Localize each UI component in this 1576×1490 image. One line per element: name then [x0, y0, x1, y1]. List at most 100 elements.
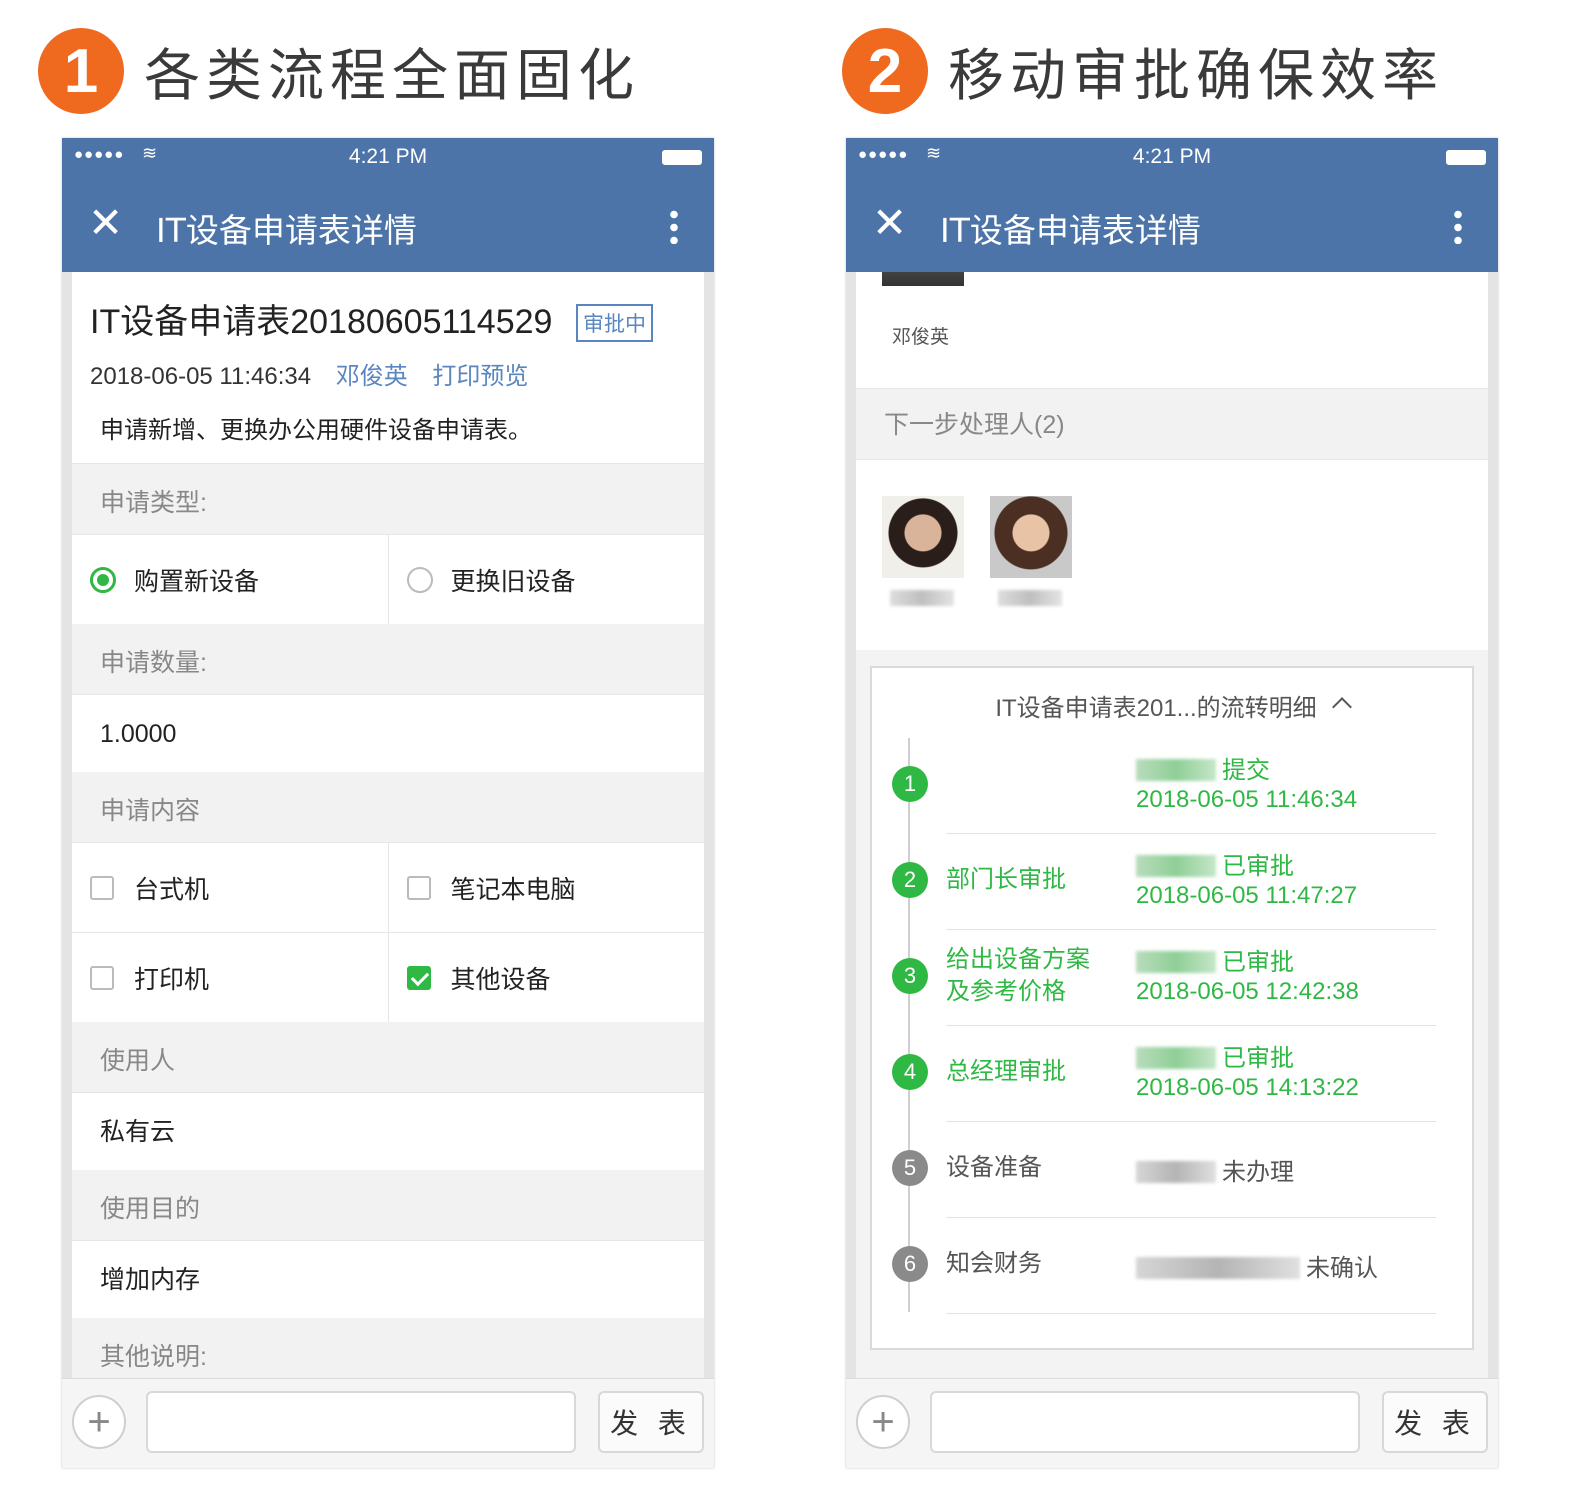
more-options-icon[interactable]	[1454, 208, 1462, 244]
checkbox-laptop[interactable]: 笔记本电脑	[387, 843, 705, 932]
field-label-other: 其他说明:	[72, 1318, 704, 1378]
form-content[interactable]: IT设备申请表20180605114529 审批中 2018-06-05 11:…	[72, 272, 704, 1378]
blurred-name	[1136, 759, 1216, 781]
flow-step: 6 知会财务 未确认	[892, 1218, 1436, 1314]
checkbox-icon[interactable]	[90, 875, 114, 900]
add-attachment-button[interactable]: +	[856, 1395, 910, 1449]
close-icon[interactable]: ✕	[872, 198, 907, 247]
section-heading-1: 1 各类流程全面固化	[38, 26, 640, 116]
field-label-content: 申请内容	[72, 772, 704, 842]
phone-screen-form: ●●●●● ≋ 4:21 PM ✕ IT设备申请表详情 IT设备申请表20180…	[62, 138, 714, 1468]
handler-avatar[interactable]	[882, 496, 964, 606]
flow-detail-toggle[interactable]: IT设备申请表201...的流转明细	[872, 688, 1472, 723]
submit-date: 2018-06-05 11:46:34	[90, 363, 312, 390]
close-icon[interactable]: ✕	[88, 198, 123, 247]
step-name: 给出设备方案 及参考价格	[946, 946, 1090, 1005]
status-bar: ●●●●● ≋ 4:21 PM	[846, 138, 1498, 176]
comment-bar: + 发 表	[846, 1378, 1498, 1468]
blurred-name	[1136, 1161, 1216, 1183]
chevron-up-icon[interactable]	[1331, 697, 1352, 717]
step-time: 2018-06-05 12:42:38	[1136, 978, 1359, 1005]
clock: 4:21 PM	[348, 145, 428, 168]
flow-step: 2 部门长审批 已审批 2018-06-05 11:47:27	[892, 834, 1436, 930]
step-status: 未确认	[1136, 1248, 1378, 1283]
content-options-row-2: 打印机 其他设备	[72, 932, 704, 1022]
document-description: 申请新增、更换办公用硬件设备申请表。	[100, 417, 532, 444]
page-title: IT设备申请表详情	[940, 211, 1201, 250]
clock: 4:21 PM	[1132, 145, 1212, 168]
nav-bar: ✕ IT设备申请表详情	[62, 176, 714, 272]
flow-step: 3 给出设备方案 及参考价格 已审批 2018-06-05 12:42:38	[892, 930, 1436, 1026]
battery-icon	[1446, 150, 1486, 165]
field-label-type: 申请类型:	[72, 464, 704, 534]
battery-icon	[662, 150, 702, 165]
checkbox-desktop[interactable]: 台式机	[72, 843, 388, 932]
flow-step: 1 提交 2018-06-05 11:46:34	[892, 738, 1436, 834]
step-status: 未办理	[1136, 1152, 1294, 1187]
checkbox-other[interactable]: 其他设备	[387, 933, 705, 1022]
flow-detail-title: IT设备申请表201...的流转明细	[995, 695, 1317, 722]
blurred-name	[1136, 1257, 1300, 1279]
checkbox-icon[interactable]	[90, 965, 114, 990]
next-handlers	[856, 460, 1488, 650]
add-attachment-button[interactable]: +	[72, 1395, 126, 1449]
more-options-icon[interactable]	[670, 208, 678, 244]
avatar[interactable]	[882, 496, 964, 578]
step-time: 2018-06-05 11:47:27	[1136, 882, 1358, 909]
nav-bar: ✕ IT设备申请表详情	[846, 176, 1498, 272]
divider	[946, 1313, 1436, 1314]
comment-input[interactable]	[146, 1391, 576, 1453]
blurred-name	[1136, 951, 1216, 973]
checkbox-label: 笔记本电脑	[450, 875, 576, 904]
avatar[interactable]	[990, 496, 1072, 578]
blurred-name	[1136, 1047, 1216, 1069]
radio-option-new[interactable]: 购置新设备	[72, 535, 388, 624]
field-label-purpose: 使用目的	[72, 1170, 704, 1240]
step-number-badge: 2	[842, 28, 928, 114]
comment-bar: + 发 表	[62, 1378, 714, 1468]
flow-detail-panel: IT设备申请表201...的流转明细 1 提交 2018-06-05 11:46…	[870, 666, 1474, 1350]
checkbox-printer[interactable]: 打印机	[72, 933, 388, 1022]
step-time: 2018-06-05 11:46:34	[1136, 786, 1358, 813]
page-title: IT设备申请表详情	[156, 211, 417, 250]
step-name: 设备准备	[946, 1154, 1042, 1181]
status-bar: ●●●●● ≋ 4:21 PM	[62, 138, 714, 176]
field-label-quantity: 申请数量:	[72, 624, 704, 694]
print-preview-link[interactable]: 打印预览	[432, 363, 528, 390]
checkbox-label: 其他设备	[450, 965, 551, 994]
document-title: IT设备申请表20180605114529	[90, 303, 553, 341]
step-badge: 6	[892, 1246, 928, 1282]
publish-button[interactable]: 发 表	[598, 1391, 704, 1453]
applicant-link[interactable]: 邓俊英	[336, 363, 408, 390]
publish-button[interactable]: 发 表	[1382, 1391, 1488, 1453]
flow-content[interactable]: 邓俊英 下一步处理人(2) IT设备申请表201...的流转明细 1 提交 20…	[856, 272, 1488, 1378]
section-heading-2: 2 移动审批确保效率	[842, 26, 1444, 116]
step-status: 已审批	[1136, 1038, 1294, 1073]
comment-input[interactable]	[930, 1391, 1360, 1453]
blurred-name	[998, 590, 1062, 606]
step-status: 提交	[1136, 750, 1270, 785]
step-status: 已审批	[1136, 846, 1294, 881]
checkbox-label: 台式机	[134, 875, 210, 904]
checkbox-checked-icon[interactable]	[406, 965, 431, 990]
radio-label: 购置新设备	[134, 567, 260, 596]
applicant-card: 邓俊英	[856, 272, 1488, 388]
step-number-badge: 1	[38, 28, 124, 114]
status-badge: 审批中	[576, 304, 653, 342]
step-badge: 3	[892, 958, 928, 994]
handler-avatar[interactable]	[990, 496, 1072, 606]
step-badge: 4	[892, 1054, 928, 1090]
quantity-value: 1.0000	[72, 694, 704, 772]
radio-option-replace[interactable]: 更换旧设备	[387, 535, 705, 624]
radio-unselected-icon[interactable]	[406, 566, 433, 593]
type-options: 购置新设备 更换旧设备	[72, 534, 704, 624]
step-time: 2018-06-05 14:13:22	[1136, 1074, 1359, 1101]
step-name: 知会财务	[946, 1250, 1042, 1277]
checkbox-label: 打印机	[134, 965, 210, 994]
radio-selected-icon[interactable]	[90, 566, 116, 593]
step-name: 部门长审批	[946, 866, 1066, 893]
flow-step: 4 总经理审批 已审批 2018-06-05 14:13:22	[892, 1026, 1436, 1122]
user-value: 私有云	[72, 1092, 704, 1170]
checkbox-icon[interactable]	[406, 875, 431, 900]
phone-screen-flow: ●●●●● ≋ 4:21 PM ✕ IT设备申请表详情 邓俊英 下一步处理人(2…	[846, 138, 1498, 1468]
